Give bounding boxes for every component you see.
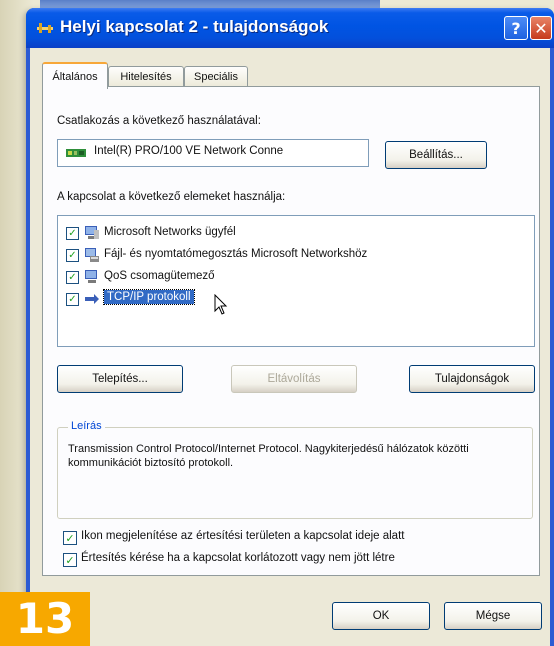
list-item-qos[interactable]: ✓ QoS csomagütemező xyxy=(66,268,526,288)
description-legend: Leírás xyxy=(68,420,105,432)
tab-general[interactable]: Általános xyxy=(42,62,108,89)
ok-button[interactable]: OK xyxy=(332,602,430,630)
close-button[interactable]: ✕ xyxy=(530,16,552,40)
list-item-label: Fájl- és nyomtatómegosztás Microsoft Net… xyxy=(104,248,368,260)
qos-scheduler-icon xyxy=(85,270,97,283)
properties-dialog: Helyi kapcsolat 2 - tulajdonságok ? ✕ Ál… xyxy=(26,8,554,646)
install-button[interactable]: Telepítés... xyxy=(57,365,183,393)
cancel-button[interactable]: Mégse xyxy=(444,602,542,630)
file-printer-sharing-icon xyxy=(85,248,99,262)
checkbox-qos[interactable]: ✓ xyxy=(66,271,79,284)
adapter-field: Intel(R) PRO/100 VE Network Conne xyxy=(57,139,369,167)
step-number-badge: 13 xyxy=(0,592,90,646)
help-button[interactable]: ? xyxy=(504,16,528,40)
configure-button[interactable]: Beállítás... xyxy=(385,141,487,169)
tab-advanced[interactable]: Speciális xyxy=(184,66,248,87)
tab-panel-general: Csatlakozás a következő használatával: I… xyxy=(42,86,540,576)
dialog-client-area: Általános Hitelesítés Speciális Csatlako… xyxy=(30,48,550,646)
checkbox-file-sharing[interactable]: ✓ xyxy=(66,249,79,262)
list-item-label: QoS csomagütemező xyxy=(104,270,215,282)
network-connection-icon xyxy=(37,23,53,33)
dialog-title: Helyi kapcsolat 2 - tulajdonságok xyxy=(60,17,329,36)
title-bar[interactable]: Helyi kapcsolat 2 - tulajdonságok ? ✕ xyxy=(26,8,554,48)
network-adapter-icon xyxy=(66,149,86,157)
components-label: A kapcsolat a következő elemeket használ… xyxy=(57,191,286,203)
checkbox-notify-limited[interactable]: ✓ xyxy=(63,553,77,567)
list-item-label: Microsoft Networks ügyfél xyxy=(104,226,236,238)
list-item-file-sharing[interactable]: ✓ Fájl- és nyomtatómegosztás Microsoft N… xyxy=(66,246,526,266)
description-group: Leírás Transmission Control Protocol/Int… xyxy=(57,420,533,519)
background-window-edge xyxy=(40,0,380,8)
option-label: Értesítés kérése ha a kapcsolat korlátoz… xyxy=(81,552,395,564)
network-client-icon xyxy=(85,226,99,239)
tab-authentication[interactable]: Hitelesítés xyxy=(108,66,184,87)
description-text: Transmission Control Protocol/Internet P… xyxy=(68,443,469,469)
uninstall-button[interactable]: Eltávolítás xyxy=(231,365,357,393)
properties-button[interactable]: Tulajdonságok xyxy=(409,365,535,393)
checkbox-tcpip[interactable]: ✓ xyxy=(66,293,79,306)
checkbox-show-icon[interactable]: ✓ xyxy=(63,531,77,545)
mouse-cursor-icon xyxy=(214,294,228,315)
components-list[interactable]: ✓ Microsoft Networks ügyfél ✓ Fájl- és n… xyxy=(57,215,535,347)
protocol-icon xyxy=(85,294,99,304)
list-item-client[interactable]: ✓ Microsoft Networks ügyfél xyxy=(66,224,526,244)
list-item-label: TCP/IP protokoll xyxy=(103,289,195,305)
connect-using-label: Csatlakozás a következő használatával: xyxy=(57,115,261,127)
checkbox-client[interactable]: ✓ xyxy=(66,227,79,240)
list-item-tcpip[interactable]: ✓ TCP/IP protokoll xyxy=(66,289,526,315)
adapter-name: Intel(R) PRO/100 VE Network Conne xyxy=(94,145,284,157)
option-label: Ikon megjelenítése az értesítési terület… xyxy=(81,530,405,542)
